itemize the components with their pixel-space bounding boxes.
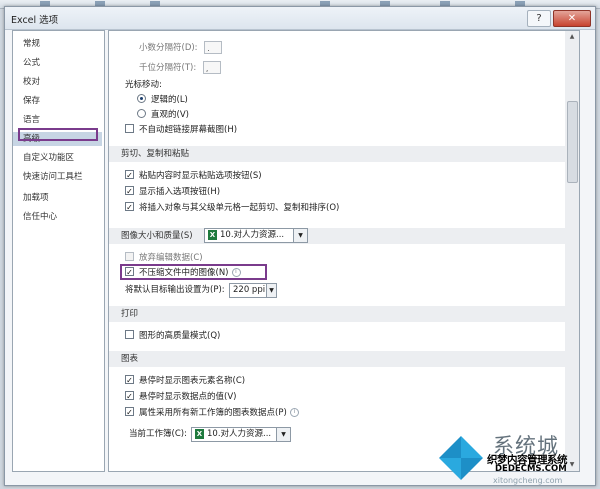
watermark: 系统城 织梦内容管理系统 DEDECMS.COM xitongcheng.com <box>435 432 600 486</box>
help-button[interactable]: ? <box>527 10 551 27</box>
nav-item-customize-ribbon[interactable]: 自定义功能区 <box>13 151 102 165</box>
title-bar: Excel 选项 ? ✕ <box>5 7 595 30</box>
checkbox-icon[interactable] <box>125 252 134 261</box>
checkbox-icon[interactable] <box>125 124 134 133</box>
chevron-down-icon[interactable]: ▼ <box>276 428 290 441</box>
cursor-logical-option[interactable]: 逻辑的(L) <box>137 93 188 107</box>
excel-icon: X <box>208 229 217 240</box>
image-workbook-select[interactable]: X 10.对人力资源... ▼ <box>204 228 308 243</box>
dialog-title: Excel 选项 <box>11 15 59 26</box>
excel-icon: X <box>195 428 204 439</box>
info-icon: i <box>289 408 299 417</box>
cursor-movement-label: 光标移动: <box>125 80 162 90</box>
no-compress-highlight-box <box>120 264 267 280</box>
section-charts: 图表 <box>109 351 565 367</box>
cut-copy-sort-objects[interactable]: ✓ 将插入对象与其父级单元格一起剪切、复制和排序(O) <box>125 201 339 215</box>
show-insert-options[interactable]: ✓ 显示插入选项按钮(H) <box>125 185 220 199</box>
chevron-down-icon[interactable]: ▼ <box>293 229 307 242</box>
checkbox-checked-icon[interactable]: ✓ <box>125 407 134 417</box>
nav-item-save[interactable]: 保存 <box>13 94 102 108</box>
nav-item-proofing[interactable]: 校对 <box>13 75 102 89</box>
scroll-up-icon[interactable]: ▲ <box>565 31 579 43</box>
decimal-sep-input[interactable]: . <box>204 41 223 54</box>
checkbox-checked-icon[interactable]: ✓ <box>125 375 134 385</box>
show-paste-options[interactable]: ✓ 粘贴内容时显示粘贴选项按钮(S) <box>125 169 262 183</box>
show-chart-element-names[interactable]: ✓ 悬停时显示图表元素名称(C) <box>125 374 245 388</box>
decimal-sep-label: 小数分隔符(D): <box>139 43 198 53</box>
section-print: 打印 <box>109 306 565 322</box>
scroll-thumb[interactable] <box>567 101 578 183</box>
section-image-size-quality: 图像大小和质量(S) <box>109 228 565 244</box>
show-data-point-values[interactable]: ✓ 悬停时显示数据点的值(V) <box>125 390 236 404</box>
current-workbook-select[interactable]: X 10.对人力资源... ▼ <box>191 427 291 442</box>
cursor-visual-option[interactable]: 直观的(V) <box>137 108 189 122</box>
nav-item-general[interactable]: 常规 <box>13 37 102 51</box>
nav-item-trust-center[interactable]: 信任中心 <box>13 210 102 224</box>
options-scrollbar[interactable]: ▲ ▼ <box>565 30 580 472</box>
radio-icon[interactable] <box>137 109 146 118</box>
thousands-sep-label: 千位分隔符(T): <box>139 63 197 73</box>
watermark-line2: DEDECMS.COM <box>495 464 567 474</box>
nav-item-language[interactable]: 语言 <box>13 113 102 127</box>
close-button[interactable]: ✕ <box>553 10 591 27</box>
chevron-down-icon[interactable]: ▼ <box>266 284 276 297</box>
section-cut-copy-paste: 剪切、复制和粘贴 <box>109 146 565 162</box>
default-output-select[interactable]: 220 ppi ▼ <box>229 283 277 298</box>
checkbox-checked-icon[interactable]: ✓ <box>125 186 134 196</box>
checkbox-checked-icon[interactable]: ✓ <box>125 202 134 212</box>
advanced-highlight-box <box>18 128 98 141</box>
nav-item-quick-access-toolbar[interactable]: 快速访问工具栏 <box>13 170 102 184</box>
nav-item-addins[interactable]: 加载项 <box>13 191 102 205</box>
checkbox-checked-icon[interactable]: ✓ <box>125 170 134 180</box>
thousands-sep-input[interactable]: , <box>202 61 221 74</box>
properties-follow-data-point[interactable]: ✓ 属性采用所有新工作簿的图表数据点(P) i <box>125 406 299 420</box>
checkbox-icon[interactable] <box>125 330 134 339</box>
current-workbook-label: 当前工作簿(C): <box>129 429 187 439</box>
high-quality-graphics[interactable]: 图形的高质量模式(Q) <box>125 329 220 343</box>
checkbox-checked-icon[interactable]: ✓ <box>125 391 134 401</box>
discard-edit-data[interactable]: 放弃编辑数据(C) <box>125 251 203 265</box>
windows-logo-icon <box>439 436 483 480</box>
radio-icon[interactable] <box>137 94 146 103</box>
advanced-options-panel: 小数分隔符(D): . 千位分隔符(T): , 光标移动: 逻辑的(L) 直观的… <box>108 30 566 472</box>
default-output-label: 将默认目标输出设置为(P): <box>125 285 225 295</box>
watermark-url: xitongcheng.com <box>493 476 563 485</box>
nav-item-formulas[interactable]: 公式 <box>13 56 102 70</box>
options-nav: 常规 公式 校对 保存 语言 高级 自定义功能区 快速访问工具栏 加载项 信任中… <box>12 30 105 472</box>
no-autohyperlink-option[interactable]: 不自动超链接屏幕截图(H) <box>125 123 237 137</box>
